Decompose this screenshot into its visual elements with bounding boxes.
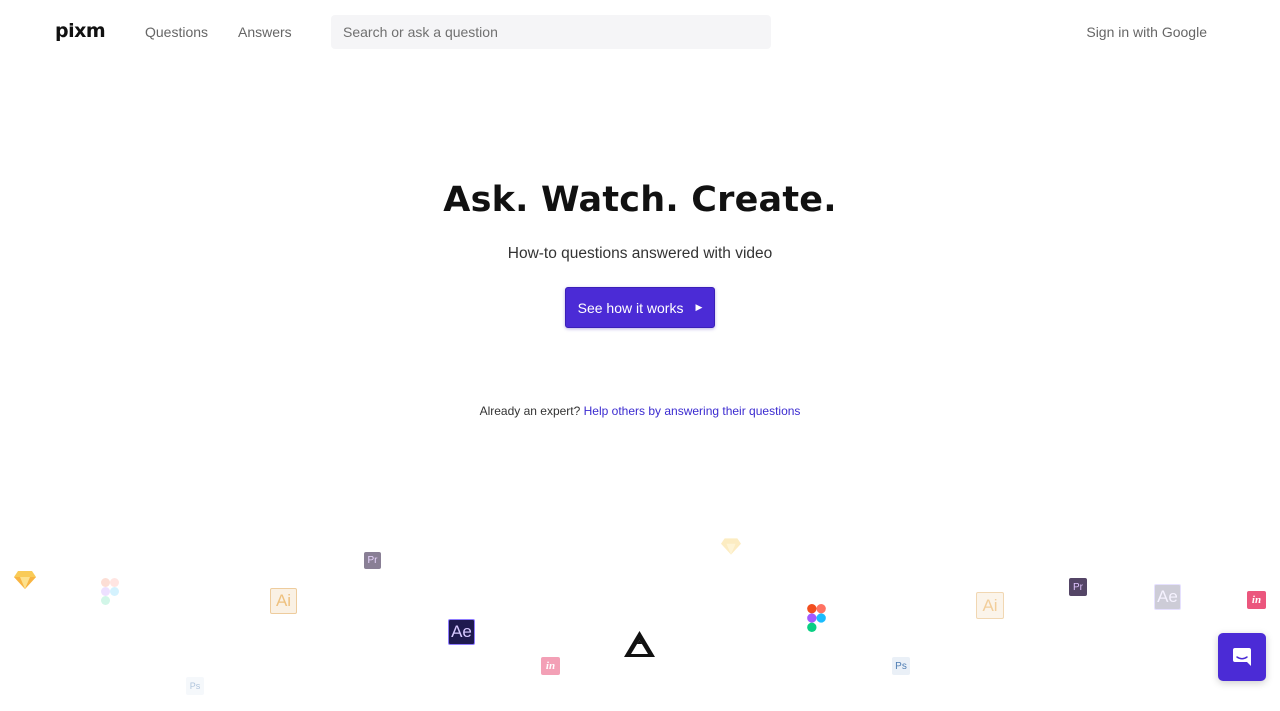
hero-subtitle: How-to questions answered with video xyxy=(507,245,773,262)
sketch-icon xyxy=(721,538,741,555)
illustrator-icon: Ai xyxy=(270,588,297,614)
premiere-icon: Pr xyxy=(364,552,381,569)
nav-answers-link[interactable]: Answers xyxy=(238,24,292,40)
expert-prefix: Already an expert? xyxy=(479,404,581,418)
hero-title: Ask. Watch. Create. xyxy=(443,180,837,220)
expert-prompt: Already an expert? Help others by answer… xyxy=(0,404,1280,418)
figma-icon xyxy=(101,578,119,605)
illustrator-icon: Ai xyxy=(976,592,1004,619)
cta-label: See how it works xyxy=(577,299,684,316)
invision-icon: in xyxy=(541,657,560,675)
chat-bubble-icon xyxy=(1233,648,1251,666)
chat-button[interactable] xyxy=(1218,633,1266,681)
photoshop-icon: Ps xyxy=(892,657,910,675)
after-effects-icon: Ae xyxy=(448,619,475,645)
search-input[interactable] xyxy=(331,15,771,49)
sign-in-google-link[interactable]: Sign in with Google xyxy=(1086,24,1207,40)
nav-questions-link[interactable]: Questions xyxy=(145,24,208,40)
invision-icon: in xyxy=(1247,591,1266,609)
sketch-icon xyxy=(14,571,36,589)
premiere-icon: Pr xyxy=(1069,578,1087,596)
affinity-icon xyxy=(624,631,655,658)
figma-icon xyxy=(807,604,826,632)
see-how-it-works-button[interactable]: See how it works ▶ xyxy=(565,287,715,328)
play-triangle-icon: ▶ xyxy=(695,302,703,312)
pixm-logo[interactable]: pixm xyxy=(55,20,106,42)
top-header: pixm Questions Answers Sign in with Goog… xyxy=(0,0,1280,64)
after-effects-icon: Ae xyxy=(1154,584,1181,610)
help-others-link[interactable]: Help others by answering their questions xyxy=(584,404,801,418)
photoshop-icon: Ps xyxy=(186,677,204,695)
